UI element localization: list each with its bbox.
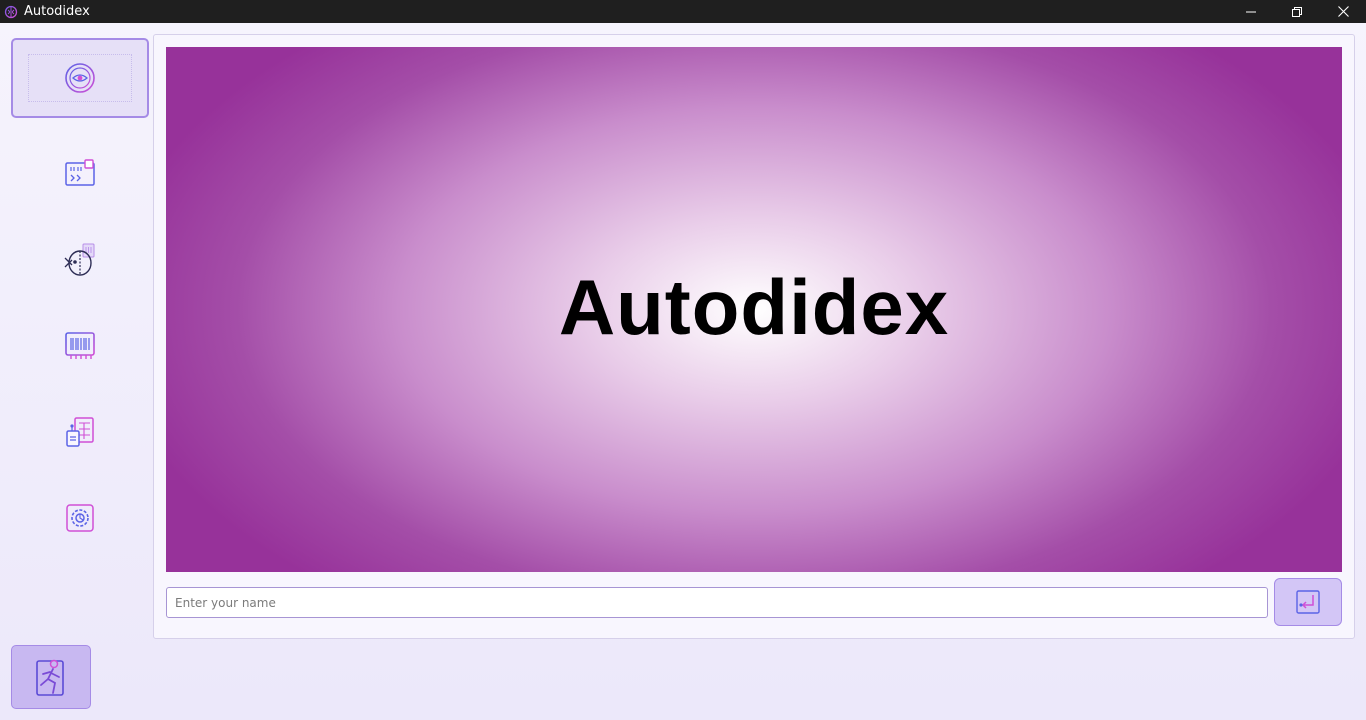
gear-icon bbox=[66, 504, 94, 532]
documents-grid-icon bbox=[66, 417, 94, 447]
close-icon bbox=[1337, 6, 1349, 17]
brain-icon bbox=[4, 5, 18, 19]
sidebar-item-home[interactable] bbox=[11, 38, 149, 118]
exit-run-icon bbox=[36, 659, 64, 696]
brain-profile-icon bbox=[64, 243, 95, 276]
sidebar-item-settings[interactable] bbox=[11, 478, 149, 558]
name-input[interactable] bbox=[166, 587, 1268, 618]
minimize-icon bbox=[1246, 11, 1256, 12]
sidebar-item-data[interactable] bbox=[11, 306, 149, 386]
main-panel: Autodidex bbox=[153, 34, 1355, 639]
submit-name-button[interactable] bbox=[1274, 578, 1342, 626]
sidebar-item-documents[interactable] bbox=[11, 392, 149, 472]
restore-icon bbox=[1292, 6, 1302, 17]
banner-title: Autodidex bbox=[558, 263, 950, 351]
sidebar-item-code[interactable] bbox=[11, 134, 149, 214]
enter-arrow-icon bbox=[1296, 590, 1320, 614]
exit-button[interactable] bbox=[11, 645, 91, 709]
sidebar-item-mind[interactable] bbox=[11, 220, 149, 300]
title-bar: Autodidex bbox=[0, 0, 1366, 23]
focus-indicator bbox=[28, 54, 132, 102]
eye-orb-icon bbox=[65, 63, 95, 93]
banner: Autodidex bbox=[166, 47, 1342, 572]
restore-button[interactable] bbox=[1274, 0, 1320, 23]
close-button[interactable] bbox=[1320, 0, 1366, 23]
barcode-chip-icon bbox=[65, 332, 95, 359]
minimize-button[interactable] bbox=[1228, 0, 1274, 23]
window-title: Autodidex bbox=[24, 4, 90, 19]
window-controls bbox=[1228, 0, 1366, 23]
code-panel-icon bbox=[65, 159, 95, 186]
